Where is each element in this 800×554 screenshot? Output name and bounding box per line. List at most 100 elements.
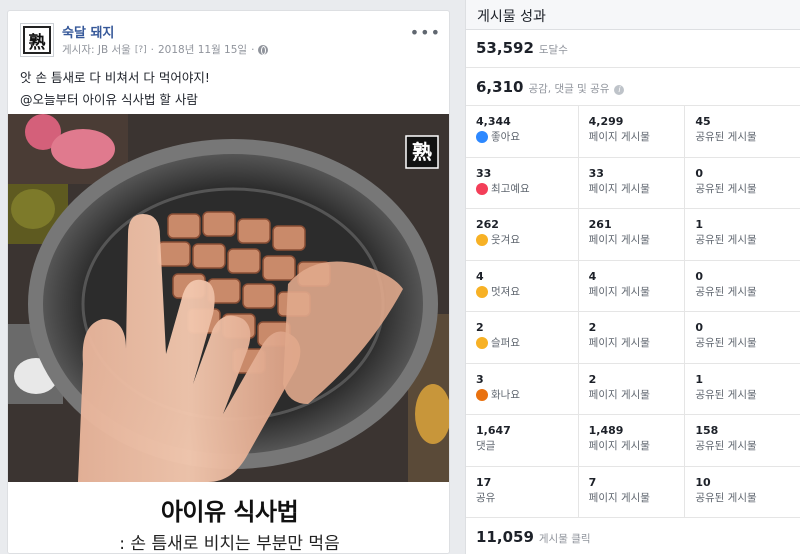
metric-shared-cell: 0 공유된 게시물: [684, 260, 800, 311]
metric-page-label: 페이지 게시물: [588, 337, 650, 349]
reach-value: 53,592: [476, 39, 534, 57]
metric-page-label: 페이지 게시물: [588, 131, 650, 143]
metric-page-cell: 2 페이지 게시물: [577, 363, 685, 414]
clicks-row: 11,059 게시물 클릭: [466, 518, 800, 554]
metric-shared-value: 0: [695, 166, 703, 180]
metric-page-cell: 2 페이지 게시물: [577, 312, 685, 363]
help-link[interactable]: [?]: [135, 45, 147, 55]
metric-shared-label: 공유된 게시물: [695, 234, 757, 246]
metric-total-label: 화나요: [491, 388, 520, 401]
metric-total-label: 슬퍼요: [491, 337, 520, 349]
metric-shared-cell: 0 공유된 게시물: [684, 157, 800, 208]
metric-shared-cell: 45 공유된 게시물: [684, 106, 800, 157]
metric-shared-label: 공유된 게시물: [695, 285, 757, 298]
clicks-value: 11,059: [476, 528, 534, 546]
metric-page-value: 1,489: [588, 424, 624, 437]
clicks-label: 게시물 클릭: [538, 533, 591, 545]
metric-page-value: 7: [588, 475, 597, 489]
metric-row: 17 공유 7 페이지 게시물 10 공유된 게시물: [466, 466, 800, 518]
metric-page-cell: 7 페이지 게시물: [577, 466, 685, 517]
metric-total-label: 좋아요: [491, 131, 520, 143]
metric-shared-label: 공유된 게시물: [695, 182, 757, 195]
metric-shared-value: 10: [695, 475, 711, 489]
metric-total-cell: 4 멋져요: [466, 261, 578, 312]
metric-total-label-wrap: 화나요: [476, 387, 568, 403]
metric-shared-value: 0: [695, 321, 703, 334]
metric-total-label: 웃겨요: [491, 234, 520, 246]
love-icon: [476, 182, 488, 195]
metric-page-label: 페이지 게시물: [588, 182, 650, 195]
post-author: 게시자: JB 서울: [62, 44, 131, 56]
metric-total-label-wrap: 최고예요: [476, 181, 568, 197]
page-root: 熟 숙달 돼지 게시자: JB 서울 [?] · 2018년 11월 15일 ·…: [0, 0, 800, 554]
wow-icon: [476, 285, 488, 298]
metric-page-value: 261: [588, 218, 612, 231]
reach-label: 도달수: [538, 44, 568, 56]
metric-total-value: 17: [476, 475, 492, 489]
metric-page-label: 페이지 게시물: [588, 440, 650, 452]
post-photo[interactable]: 熟: [8, 114, 449, 482]
metric-total-label: 공유: [476, 491, 496, 504]
metric-page-value: 2: [588, 321, 597, 334]
metric-total-value: 2: [476, 321, 484, 334]
metric-total-cell: 33 최고예요: [466, 158, 578, 209]
post-text-line: 앗 손 틈새로 다 비쳐서 다 먹어야지!: [20, 70, 210, 85]
metric-page-label: 페이지 게시물: [588, 234, 650, 246]
metric-total-cell: 2 슬퍼요: [466, 312, 578, 363]
caption-subtitle: : 손 틈새로 비치는 부분만 먹음: [119, 534, 340, 554]
metric-page-cell: 4 페이지 게시물: [577, 260, 685, 311]
photo-caption: 아이유 식사법 : 손 틈새로 비치는 부분만 먹음: [8, 482, 449, 554]
post-date[interactable]: 2018년 11월 15일: [158, 42, 247, 57]
metric-total-cell: 17 공유: [466, 467, 578, 518]
more-options-icon[interactable]: •••: [410, 23, 441, 42]
metric-shared-label: 공유된 게시물: [695, 388, 757, 401]
metric-page-value: 33: [588, 166, 604, 180]
page-avatar[interactable]: 熟: [20, 23, 54, 57]
metric-shared-value: 0: [695, 269, 703, 283]
metrics-table: 4,344 좋아요 4,299 페이지 게시물 45 공유된 게시물 33 최고예요 33 페이지…: [466, 106, 800, 518]
metric-row: 1,647 댓글 1,489 페이지 게시물 158 공유된 게시물: [466, 415, 800, 467]
info-icon[interactable]: i: [614, 85, 625, 95]
caption-title: 아이유 식사법: [160, 498, 299, 526]
metric-row: 4 멋져요 4 페이지 게시물 0 공유된 게시물: [466, 260, 800, 312]
metric-shared-value: 1: [695, 218, 703, 231]
metric-total-value: 33: [476, 166, 492, 180]
metric-shared-cell: 10 공유된 게시물: [684, 466, 800, 517]
metric-page-cell: 33 페이지 게시물: [577, 157, 685, 208]
engagement-label: 공감, 댓글 및 공유: [528, 83, 610, 95]
metric-total-cell: 4,344 좋아요: [466, 106, 578, 157]
metric-shared-label: 공유된 게시물: [695, 440, 757, 452]
engagement-row: 6,310 공감, 댓글 및 공유 i: [466, 68, 800, 106]
angry-icon: [476, 388, 488, 401]
metric-shared-cell: 158 공유된 게시물: [684, 415, 800, 466]
metric-shared-cell: 0 공유된 게시물: [684, 312, 800, 363]
photo-logo: 熟: [412, 140, 432, 164]
metric-shared-label: 공유된 게시물: [695, 131, 757, 143]
metric-page-label: 페이지 게시물: [588, 491, 650, 504]
metric-page-cell: 261 페이지 게시물: [577, 209, 685, 260]
insights-panel: 게시물 성과 53,592 도달수 6,310 공감, 댓글 및 공유 i 4,…: [465, 0, 800, 554]
metric-total-label-wrap: 공유: [476, 490, 568, 506]
metric-row: 4,344 좋아요 4,299 페이지 게시물 45 공유된 게시물: [466, 106, 800, 158]
sad-icon: [476, 337, 488, 349]
metric-page-label: 페이지 게시물: [588, 285, 650, 298]
avatar-logo: 熟: [23, 26, 51, 54]
metric-total-value: 1,647: [476, 424, 511, 437]
panel-title: 게시물 성과: [466, 0, 800, 30]
metric-total-label-wrap: 슬퍼요: [476, 335, 568, 351]
metric-total-label-wrap: 웃겨요: [476, 232, 568, 248]
reach-row: 53,592 도달수: [466, 30, 800, 68]
globe-icon: [258, 44, 269, 55]
metric-shared-label: 공유된 게시물: [695, 337, 757, 349]
metric-total-label: 댓글: [476, 440, 496, 452]
metric-shared-cell: 1 공유된 게시물: [684, 363, 800, 414]
metric-total-label-wrap: 좋아요: [476, 129, 568, 145]
metric-row: 33 최고예요 33 페이지 게시물 0 공유된 게시물: [466, 157, 800, 209]
engagement-value: 6,310: [476, 78, 524, 96]
separator: ·: [150, 43, 154, 56]
metric-shared-value: 1: [695, 372, 703, 386]
metric-page-cell: 4,299 페이지 게시물: [577, 106, 685, 157]
page-name-link[interactable]: 숙달 돼지: [62, 22, 114, 41]
like-icon: [476, 131, 488, 143]
grill-photo: 熟: [8, 114, 449, 482]
